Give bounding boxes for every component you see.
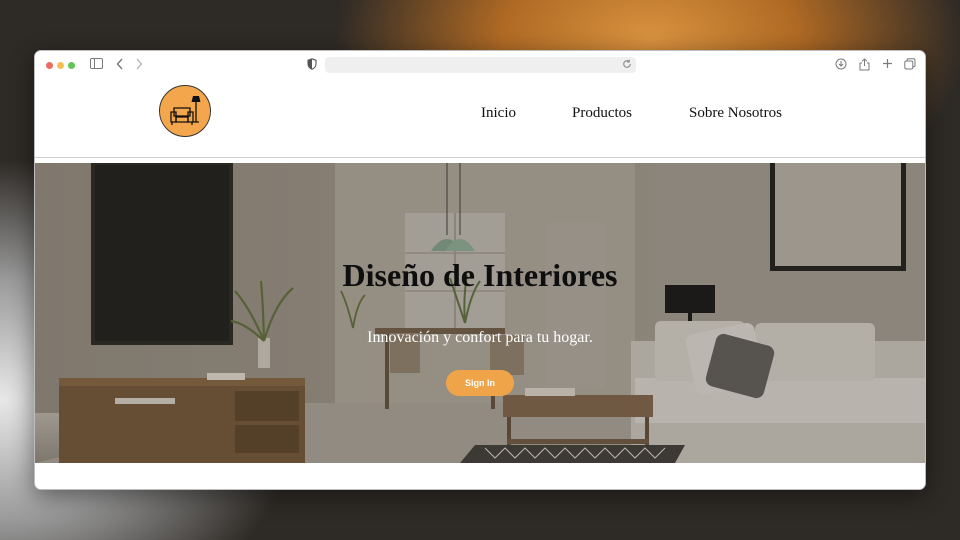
site-logo[interactable] bbox=[159, 85, 211, 137]
tab-overview-icon[interactable] bbox=[903, 58, 917, 72]
nav-inicio[interactable]: Inicio bbox=[481, 105, 516, 122]
minimize-window-button[interactable] bbox=[57, 62, 64, 69]
hero-section: Diseño de Interiores Innovación y confor… bbox=[35, 163, 925, 463]
living-room-background-image bbox=[35, 163, 925, 463]
header-divider bbox=[35, 157, 925, 158]
hero-title: Diseño de Interiores bbox=[342, 257, 618, 293]
nav-productos[interactable]: Productos bbox=[572, 105, 632, 122]
forward-icon[interactable] bbox=[132, 58, 146, 72]
downloads-icon[interactable] bbox=[834, 58, 848, 72]
page-bottom-strip bbox=[35, 463, 925, 489]
sidebar-toggle-icon[interactable] bbox=[89, 58, 103, 72]
hero-subtitle: Innovación y confort para tu hogar. bbox=[367, 329, 593, 346]
sign-in-button[interactable]: Sign In bbox=[446, 370, 514, 396]
back-icon[interactable] bbox=[113, 58, 127, 72]
site-header: Inicio Productos Sobre Nosotros bbox=[35, 79, 925, 157]
reload-icon[interactable] bbox=[620, 58, 634, 72]
armchair-lamp-icon bbox=[170, 96, 201, 125]
new-tab-icon[interactable] bbox=[880, 58, 894, 72]
browser-toolbar bbox=[35, 51, 925, 80]
privacy-shield-icon[interactable] bbox=[305, 58, 319, 72]
nav-sobre-nosotros[interactable]: Sobre Nosotros bbox=[689, 105, 782, 122]
maximize-window-button[interactable] bbox=[68, 62, 75, 69]
close-window-button[interactable] bbox=[46, 62, 53, 69]
share-icon[interactable] bbox=[857, 58, 871, 72]
address-bar[interactable] bbox=[325, 57, 636, 73]
browser-window: Inicio Productos Sobre Nosotros Diseño d… bbox=[34, 50, 926, 490]
